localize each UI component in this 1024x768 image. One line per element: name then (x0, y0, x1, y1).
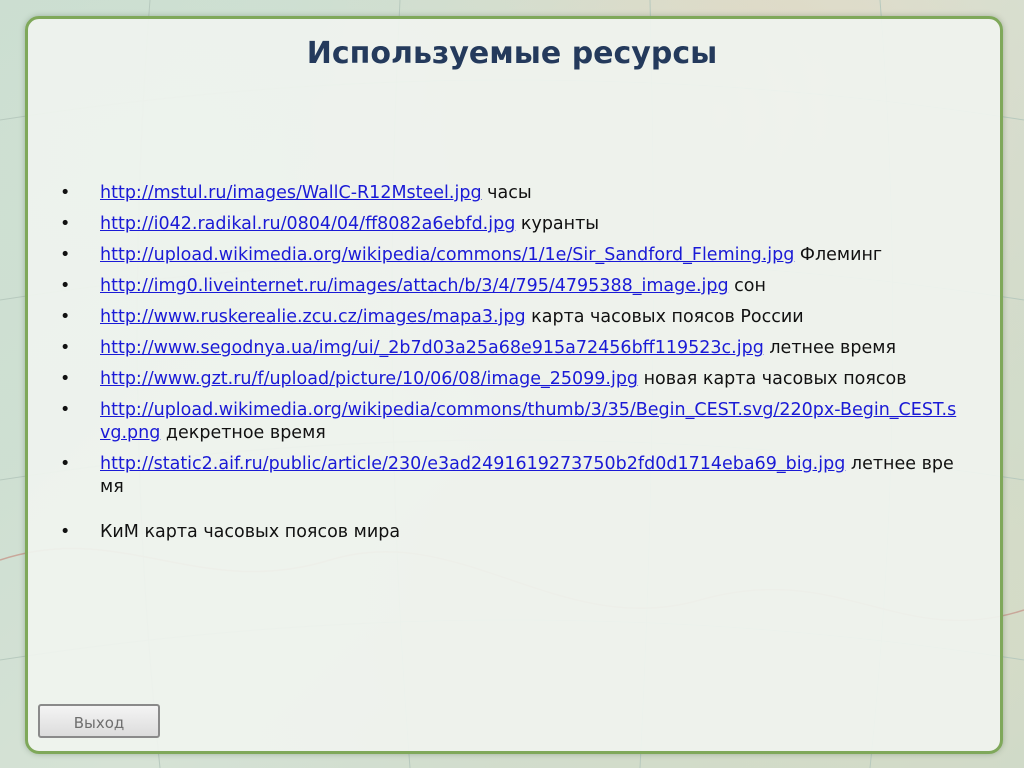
bullet-icon: • (60, 183, 71, 203)
resource-link[interactable]: http://i042.radikal.ru/0804/04/ff8082a6e… (100, 214, 515, 234)
resource-description: декретное время (160, 423, 326, 443)
list-item: • http://www.segodnya.ua/img/ui/_2b7d03a… (60, 337, 965, 360)
bullet-icon: • (60, 245, 71, 265)
bullet-icon: • (60, 338, 71, 358)
resource-link[interactable]: http://www.gzt.ru/f/upload/picture/10/06… (100, 369, 638, 389)
list-item: • http://www.gzt.ru/f/upload/picture/10/… (60, 368, 965, 391)
list-item: • http://mstul.ru/images/WallC-R12Msteel… (60, 182, 965, 205)
exit-button[interactable]: Выход (38, 704, 160, 738)
resource-list: • http://mstul.ru/images/WallC-R12Msteel… (60, 182, 965, 552)
resource-description: карта часовых поясов России (525, 307, 804, 327)
list-item: • http://upload.wikimedia.org/wikipedia/… (60, 244, 965, 267)
resource-link[interactable]: http://static2.aif.ru/public/article/230… (100, 454, 845, 474)
list-item: • http://www.ruskerealie.zcu.cz/images/m… (60, 306, 965, 329)
bullet-icon: • (60, 214, 71, 234)
resource-link[interactable]: http://img0.liveinternet.ru/images/attac… (100, 276, 729, 296)
resource-link[interactable]: http://www.segodnya.ua/img/ui/_2b7d03a25… (100, 338, 764, 358)
resource-description: новая карта часовых поясов (638, 369, 907, 389)
resource-link[interactable]: http://mstul.ru/images/WallC-R12Msteel.j… (100, 183, 482, 203)
resource-description: часы (481, 183, 532, 203)
bullet-icon: • (60, 454, 71, 474)
bullet-icon: • (60, 307, 71, 327)
resource-description: летнее время (763, 338, 896, 358)
resource-description: КиМ карта часовых поясов мира (100, 522, 401, 542)
resource-link[interactable]: http://www.ruskerealie.zcu.cz/images/map… (100, 307, 526, 327)
bullet-icon: • (60, 522, 71, 542)
bullet-icon: • (60, 369, 71, 389)
list-item: • КиМ карта часовых поясов мира (60, 521, 965, 544)
list-item: • http://upload.wikimedia.org/wikipedia/… (60, 399, 965, 445)
resource-link[interactable]: http://upload.wikimedia.org/wikipedia/co… (100, 245, 794, 265)
resource-description: куранты (515, 214, 600, 234)
list-item: • http://img0.liveinternet.ru/images/att… (60, 275, 965, 298)
bullet-icon: • (60, 400, 71, 420)
bullet-icon: • (60, 276, 71, 296)
page-title: Используемые ресурсы (306, 36, 718, 71)
list-item: • http://static2.aif.ru/public/article/2… (60, 453, 965, 499)
resource-description: сон (728, 276, 766, 296)
list-item: • http://i042.radikal.ru/0804/04/ff8082a… (60, 213, 965, 236)
resource-description: Флеминг (794, 245, 883, 265)
